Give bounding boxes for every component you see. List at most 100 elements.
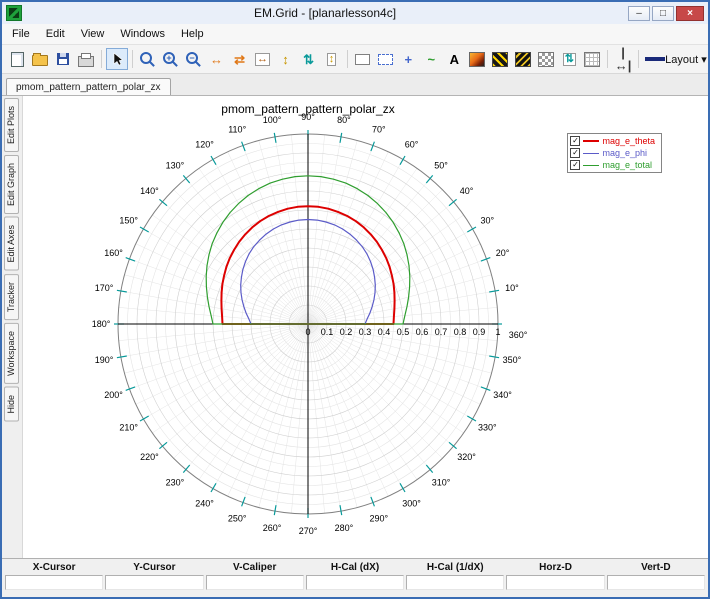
add-text-icon: A — [450, 53, 459, 66]
svg-text:250°: 250° — [228, 514, 247, 524]
table-view-icon — [584, 52, 600, 67]
menu-help[interactable]: Help — [173, 25, 212, 43]
legend-item-mag_e_total[interactable]: ✓ mag_e_total — [570, 160, 655, 170]
save-button[interactable] — [52, 48, 74, 70]
legend-item-mag_e_phi[interactable]: ✓mag_e_phi — [570, 148, 655, 158]
table-view-button[interactable] — [581, 48, 603, 70]
save-icon — [57, 53, 69, 65]
svg-text:210°: 210° — [119, 423, 138, 433]
svg-text:150°: 150° — [119, 216, 138, 226]
select-region-button[interactable] — [351, 48, 373, 70]
readout-bar: X-CursorY-CursorV-CaliperH-Cal (dX)H-Cal… — [2, 558, 708, 597]
new-button[interactable] — [6, 48, 28, 70]
tracker-curve-icon: ~ — [428, 53, 436, 66]
readout-value-cell — [506, 575, 604, 590]
expand-y-button[interactable]: ↕ — [275, 48, 297, 70]
readout-value-cell — [607, 575, 705, 590]
document-tab[interactable]: pmom_pattern_pattern_polar_zx — [6, 78, 171, 95]
select-cursor-button[interactable] — [106, 48, 128, 70]
legend-checkbox-mag_e_total[interactable]: ✓ — [570, 160, 580, 170]
zoom-window-button[interactable] — [137, 48, 159, 70]
sidebar-tab-workspace[interactable]: Workspace — [4, 323, 19, 384]
axes-style-icon — [492, 52, 508, 67]
legend-line-sample — [583, 165, 599, 166]
readout-value-cell — [406, 575, 504, 590]
expand-x-button[interactable]: ⇄ — [229, 48, 251, 70]
svg-text:0.6: 0.6 — [416, 327, 429, 337]
add-text-button[interactable]: A — [443, 48, 465, 70]
open-icon — [32, 55, 48, 66]
app-window: EM.Grid - [planarlesson4c] – □ × FileEdi… — [0, 0, 710, 599]
toolbar-separator — [638, 50, 639, 68]
sidebar-tab-tracker[interactable]: Tracker — [4, 274, 19, 320]
svg-text:0.4: 0.4 — [378, 327, 391, 337]
zoom-in-button[interactable]: + — [160, 48, 182, 70]
legend-checkbox-mag_e_theta[interactable]: ✓ — [570, 136, 580, 146]
readout-header-v-caliper: V-Caliper — [205, 560, 305, 575]
expand-y-icon: ↕ — [282, 53, 289, 66]
svg-text:180°: 180° — [92, 319, 111, 329]
menubar: FileEditViewWindowsHelp — [2, 24, 708, 45]
menu-file[interactable]: File — [4, 25, 38, 43]
image-style-button[interactable] — [466, 48, 488, 70]
svg-text:80°: 80° — [337, 115, 351, 125]
svg-text:0.8: 0.8 — [454, 327, 467, 337]
svg-text:140°: 140° — [140, 186, 159, 196]
svg-text:220°: 220° — [140, 452, 159, 462]
expand-x-icon: ⇄ — [234, 53, 245, 66]
readout-value-cell — [5, 575, 103, 590]
svg-text:300°: 300° — [402, 498, 421, 508]
fit-y-icon: ↕ — [327, 53, 337, 66]
svg-text:270°: 270° — [299, 526, 318, 536]
layout-dropdown[interactable]: Layout ▾ — [668, 48, 704, 70]
legend-checkbox-mag_e_phi[interactable]: ✓ — [570, 148, 580, 158]
maximize-button[interactable]: □ — [652, 6, 674, 21]
svg-text:200°: 200° — [104, 390, 123, 400]
svg-text:10°: 10° — [505, 283, 519, 293]
open-button[interactable] — [29, 48, 51, 70]
axes-style-2-button[interactable] — [512, 48, 534, 70]
layout-line-swatch[interactable] — [643, 48, 667, 70]
fit-x-button[interactable]: ↔ — [252, 48, 274, 70]
content-area: Edit Plots Edit Graph Edit Axes Tracker Work… — [2, 96, 708, 558]
sidebar-tab-edit-graph[interactable]: Edit Graph — [4, 155, 19, 214]
legend-item-mag_e_theta[interactable]: ✓ mag_e_theta — [570, 136, 655, 146]
shift-y-button[interactable]: ⇅ — [298, 48, 320, 70]
minimize-button[interactable]: – — [628, 6, 650, 21]
tracker-curve-button[interactable]: ~ — [420, 48, 442, 70]
zoom-out-button[interactable]: − — [183, 48, 205, 70]
print-button[interactable] — [75, 48, 97, 70]
menu-view[interactable]: View — [73, 25, 113, 43]
sidebar-tab-edit-axes[interactable]: Edit Axes — [4, 217, 19, 271]
plot-area: pmom_pattern_pattern_polar_zx 10°20°30°4… — [23, 96, 708, 558]
pan-x-button[interactable]: ↔ — [206, 48, 228, 70]
zoom-region-icon — [378, 54, 393, 65]
crosshair-button[interactable]: + — [397, 48, 419, 70]
svg-text:0.9: 0.9 — [473, 327, 486, 337]
svg-text:230°: 230° — [166, 478, 185, 488]
window-controls: – □ × — [628, 6, 704, 21]
legend-label: mag_e_theta — [602, 136, 655, 146]
svg-text:0.2: 0.2 — [340, 327, 353, 337]
zoom-region-button[interactable] — [374, 48, 396, 70]
svg-text:310°: 310° — [432, 478, 451, 488]
svg-text:20°: 20° — [496, 248, 510, 258]
toolbar-separator — [101, 50, 102, 68]
scale-slider-button[interactable]: ⇅ — [558, 48, 580, 70]
menu-windows[interactable]: Windows — [112, 25, 173, 43]
select-region-icon — [355, 54, 370, 65]
sidebar-tab-hide[interactable]: Hide — [4, 387, 19, 422]
readout-header-h-cal-1-dx-: H-Cal (1/dX) — [405, 560, 505, 575]
grid-style-button[interactable] — [535, 48, 557, 70]
svg-text:100°: 100° — [263, 115, 282, 125]
measure-width-button[interactable]: |↔| — [612, 48, 634, 70]
fit-y-button[interactable]: ↕ — [321, 48, 343, 70]
axes-style-button[interactable] — [489, 48, 511, 70]
svg-text:0.5: 0.5 — [397, 327, 410, 337]
svg-text:120°: 120° — [195, 140, 214, 150]
menu-edit[interactable]: Edit — [38, 25, 73, 43]
close-button[interactable]: × — [676, 6, 704, 21]
sidebar-tab-edit-plots[interactable]: Edit Plots — [4, 98, 19, 152]
legend-label: mag_e_total — [602, 160, 652, 170]
image-style-icon — [469, 52, 485, 67]
